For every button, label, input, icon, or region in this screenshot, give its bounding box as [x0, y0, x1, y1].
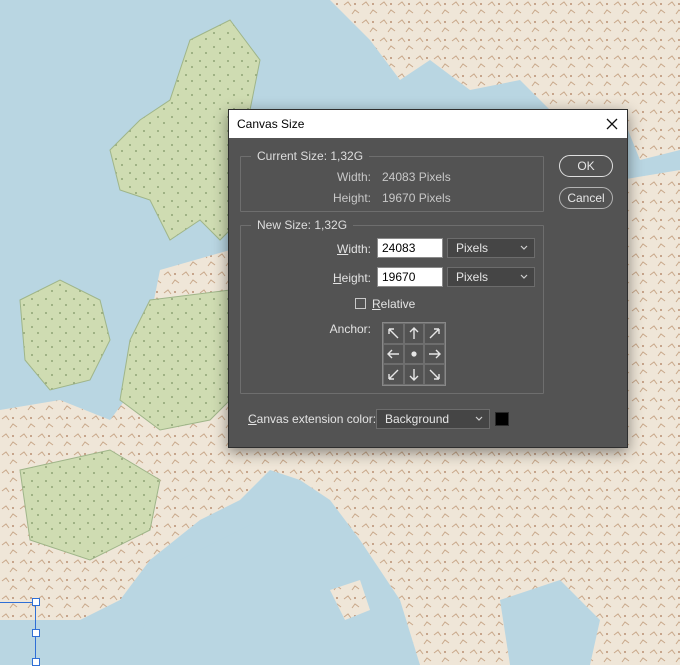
anchor-bottom-right[interactable] [424, 364, 445, 385]
chevron-down-icon [520, 274, 528, 279]
extension-color-label: Canvas extension color: [248, 412, 377, 426]
width-input[interactable]: 24083 [377, 238, 443, 258]
anchor-center-dot-icon [411, 351, 417, 357]
extension-color-value: Background [385, 412, 450, 426]
cancel-button[interactable]: Cancel [559, 187, 613, 209]
relative-checkbox[interactable] [355, 298, 366, 309]
arrow-left-icon [387, 349, 400, 359]
current-height-label: Height: [332, 191, 371, 205]
extension-color-swatch[interactable] [495, 412, 509, 426]
canvas-size-dialog: Canvas Size Current Size: 1,32G Width: 2… [228, 109, 628, 448]
current-height-value: 19670 Pixels [382, 191, 451, 205]
selection-edge [0, 602, 36, 603]
anchor-right[interactable] [424, 343, 445, 365]
arrow-down-right-icon [429, 369, 440, 380]
current-size-group: Current Size: 1,32G Width: 24083 Pixels … [240, 149, 544, 212]
chevron-down-icon [520, 245, 528, 250]
new-width-label: Width: [336, 242, 371, 256]
selection-handle[interactable] [32, 629, 40, 637]
arrow-down-left-icon [388, 369, 399, 380]
ok-button[interactable]: OK [559, 155, 613, 177]
width-unit-value: Pixels [456, 241, 489, 255]
anchor-label: Anchor: [329, 322, 371, 336]
new-height-label: Height: [332, 271, 371, 285]
close-button[interactable] [601, 113, 623, 135]
anchor-top-left[interactable] [383, 323, 404, 344]
anchor-center[interactable] [403, 343, 425, 365]
arrow-right-icon [428, 349, 441, 359]
selection-handle[interactable] [32, 598, 40, 606]
height-unit-select[interactable]: Pixels [447, 267, 535, 287]
anchor-bottom-left[interactable] [383, 364, 404, 385]
chevron-down-icon [475, 416, 483, 421]
anchor-top[interactable] [403, 323, 425, 344]
anchor-top-right[interactable] [424, 323, 445, 344]
anchor-bottom[interactable] [403, 364, 425, 385]
relative-label[interactable]: Relative [372, 297, 415, 311]
dialog-title: Canvas Size [237, 117, 305, 131]
arrow-up-right-icon [429, 328, 440, 339]
current-width-value: 24083 Pixels [382, 170, 451, 184]
current-width-label: Width: [336, 170, 371, 184]
dialog-titlebar[interactable]: Canvas Size [229, 110, 627, 138]
arrow-up-left-icon [388, 328, 399, 339]
extension-color-select[interactable]: Background [376, 409, 490, 429]
arrow-up-icon [409, 327, 419, 340]
current-size-legend: Current Size: 1,32G [251, 149, 370, 163]
new-size-legend: New Size: 1,32G [251, 218, 354, 232]
anchor-left[interactable] [383, 343, 404, 365]
arrow-down-icon [409, 368, 419, 381]
anchor-grid [382, 322, 446, 386]
width-unit-select[interactable]: Pixels [447, 238, 535, 258]
close-icon [606, 118, 618, 130]
height-input[interactable]: 19670 [377, 267, 443, 287]
height-unit-value: Pixels [456, 270, 489, 284]
